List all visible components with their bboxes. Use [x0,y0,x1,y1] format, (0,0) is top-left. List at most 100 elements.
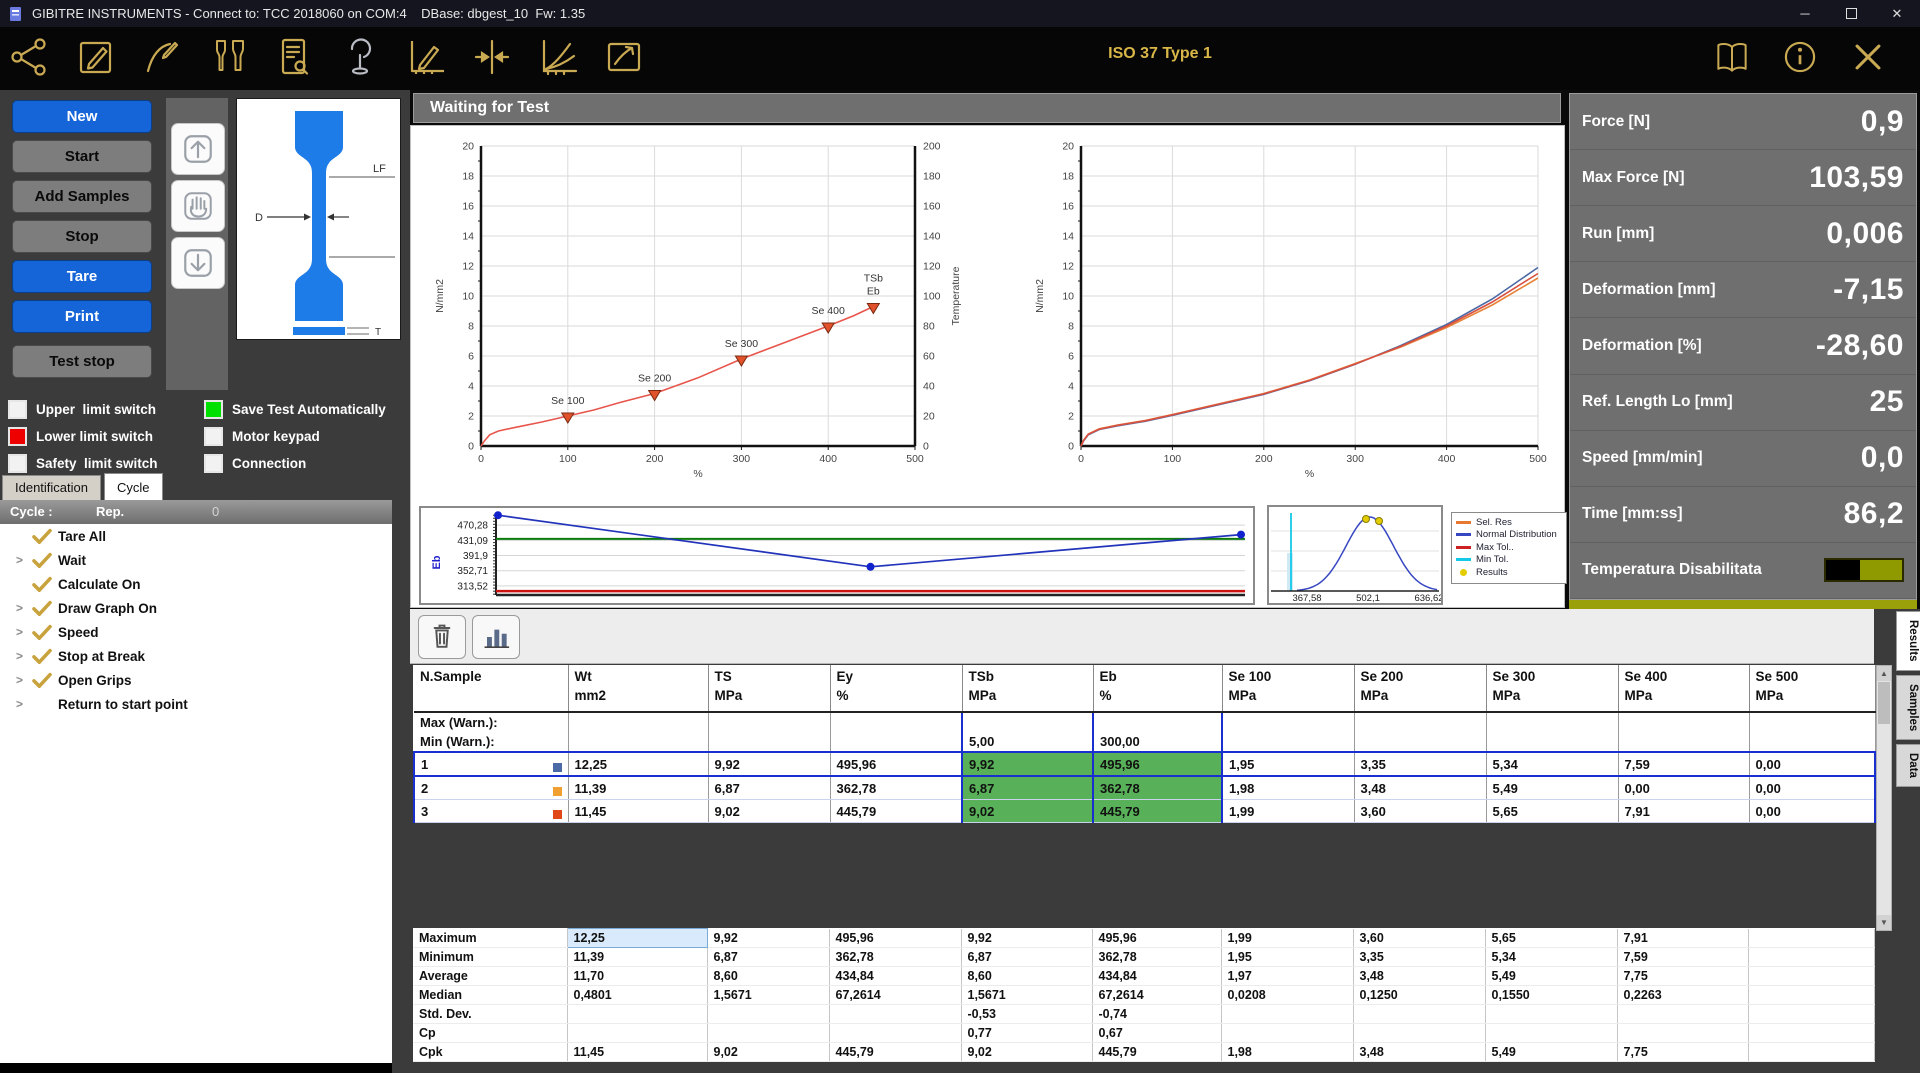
cycle-item-wait[interactable]: >Wait [0,548,392,572]
jog-stop-button[interactable] [171,180,225,232]
stat-value-cell: -0,74 [1092,1005,1221,1024]
cycle-item-stop-at-break[interactable]: >Stop at Break [0,644,392,668]
main-toolbar: ISO 37 Type 1 [0,27,1920,90]
view-tab-results[interactable]: Results [1896,611,1920,671]
sidebar-button-test-stop[interactable]: Test stop [12,345,152,378]
sample-value-cell: 362,78 [830,776,962,800]
cycle-item-tare-all[interactable]: Tare All [0,524,392,548]
view-tab-samples[interactable]: Samples [1896,675,1920,740]
svg-text:14: 14 [1062,231,1074,243]
graph-results-icon[interactable] [536,35,580,79]
expander-icon[interactable]: > [16,553,32,567]
tab-cycle[interactable]: Cycle [104,473,163,500]
stat-value-cell: 3,35 [1353,948,1485,967]
readout-deformation-mm: Deformation [mm]-7,15 [1570,262,1916,318]
stat-value-cell: 3,48 [1353,1043,1485,1062]
scroll-up-icon[interactable]: ▲ [1877,666,1891,681]
stat-value-cell: 434,84 [829,967,961,986]
readout-value: 0,006 [1826,217,1904,251]
sidebar-button-start[interactable]: Start [12,140,152,173]
stat-value-cell: 362,78 [1092,948,1221,967]
graph-edit-icon[interactable] [404,35,448,79]
tab-identification[interactable]: Identification [2,475,101,500]
stat-value-cell: 7,91 [1617,929,1748,948]
sidebar-button-stop[interactable]: Stop [12,220,152,253]
cycle-item-open-grips[interactable]: >Open Grips [0,668,392,692]
line-swatch [1456,558,1471,561]
svg-text:D: D [255,212,263,224]
sample-value-cell: 5,65 [1486,800,1618,823]
sample-value-cell: 9,02 [708,800,830,823]
signature-icon[interactable] [140,35,184,79]
exit-icon[interactable] [1846,35,1890,79]
stat-value-cell [1617,1005,1748,1024]
svg-text:391,9: 391,9 [463,551,488,562]
sample-row-2[interactable]: 211,396,87362,786,87362,781,983,485,490,… [414,776,1875,800]
sidebar-button-tare[interactable]: Tare [12,260,152,293]
stat-label: Average [413,967,567,986]
book-icon[interactable] [1710,35,1754,79]
sample-row-1[interactable]: 112,259,92495,969,92495,961,953,355,347,… [414,752,1875,776]
temperature-toggle[interactable] [1824,558,1904,582]
readout-force-n: Force [N]0,9 [1570,94,1916,150]
legend-label: Normal Distribution [1476,529,1557,540]
share-icon[interactable] [8,35,52,79]
info-icon[interactable] [1778,35,1822,79]
expander-icon[interactable]: > [16,649,32,663]
rep-count: 0 [212,504,219,519]
svg-text:TSb: TSb [864,273,883,285]
stat-value-cell: 7,75 [1617,967,1748,986]
scroll-thumb[interactable] [1878,682,1890,724]
compress-icon[interactable] [470,35,514,79]
column-unit: % [837,686,956,705]
cycle-item-draw-graph-on[interactable]: >Draw Graph On [0,596,392,620]
svg-text:502,1: 502,1 [1356,593,1380,603]
warn-value [708,712,830,732]
jog-up-button[interactable] [171,123,225,175]
expander-icon[interactable]: > [16,601,32,615]
delete-sample-button[interactable] [418,615,466,659]
stat-value-cell [1221,1024,1353,1043]
svg-text:120: 120 [923,261,941,273]
maximize-icon[interactable] [1828,0,1874,27]
sidebar-button-add-samples[interactable]: Add Samples [12,180,152,213]
expander-icon[interactable]: > [16,673,32,687]
checkbox-lower-limit-switch[interactable]: Lower limit switch [8,423,204,450]
readout-label: Temperatura Disabilitata [1582,561,1762,579]
sample-value-cell: 1,99 [1222,800,1354,823]
stand-icon[interactable] [338,35,382,79]
specimen-icon[interactable] [206,35,250,79]
cycle-item-speed[interactable]: >Speed [0,620,392,644]
checkbox-connection[interactable]: Connection [204,450,400,477]
checkbox-upper-limit-switch[interactable]: Upper limit switch [8,396,204,423]
line-swatch [1456,533,1471,536]
export-graph-icon[interactable] [602,35,646,79]
sidebar-button-print[interactable]: Print [12,300,152,333]
jog-down-button[interactable] [171,237,225,289]
minimize-icon[interactable]: ─ [1782,0,1828,27]
report-icon[interactable] [272,35,316,79]
stat-value-cell [1617,1024,1748,1043]
readout-label: Speed [mm/min] [1582,449,1703,467]
checkbox-save-test-automatically[interactable]: Save Test Automatically [204,396,400,423]
cycle-item-return-to-start-point[interactable]: >Return to start point [0,692,392,716]
close-icon[interactable]: ✕ [1874,0,1920,27]
checkbox-box [8,400,27,419]
table-scrollbar[interactable]: ▲ ▼ [1876,665,1892,931]
show-histogram-button[interactable] [472,615,520,659]
checkbox-label: Lower limit switch [36,429,153,444]
view-tab-data[interactable]: Data [1896,744,1920,787]
expander-icon[interactable]: > [16,697,32,711]
cycle-item-calculate-on[interactable]: Calculate On [0,572,392,596]
stat-value-cell: 434,84 [1092,967,1221,986]
sample-row-3[interactable]: 311,459,02445,799,02445,791,993,605,657,… [414,800,1875,823]
sample-value-cell: 9,92 [708,752,830,776]
scroll-down-icon[interactable]: ▼ [1877,915,1891,930]
sample-value-cell: 445,79 [830,800,962,823]
expander-icon[interactable]: > [16,625,32,639]
checkbox-motor-keypad[interactable]: Motor keypad [204,423,400,450]
sample-number-cell: 3 [414,800,568,823]
sidebar-button-new[interactable]: New [12,100,152,133]
divider [0,1063,392,1073]
edit-test-icon[interactable] [74,35,118,79]
